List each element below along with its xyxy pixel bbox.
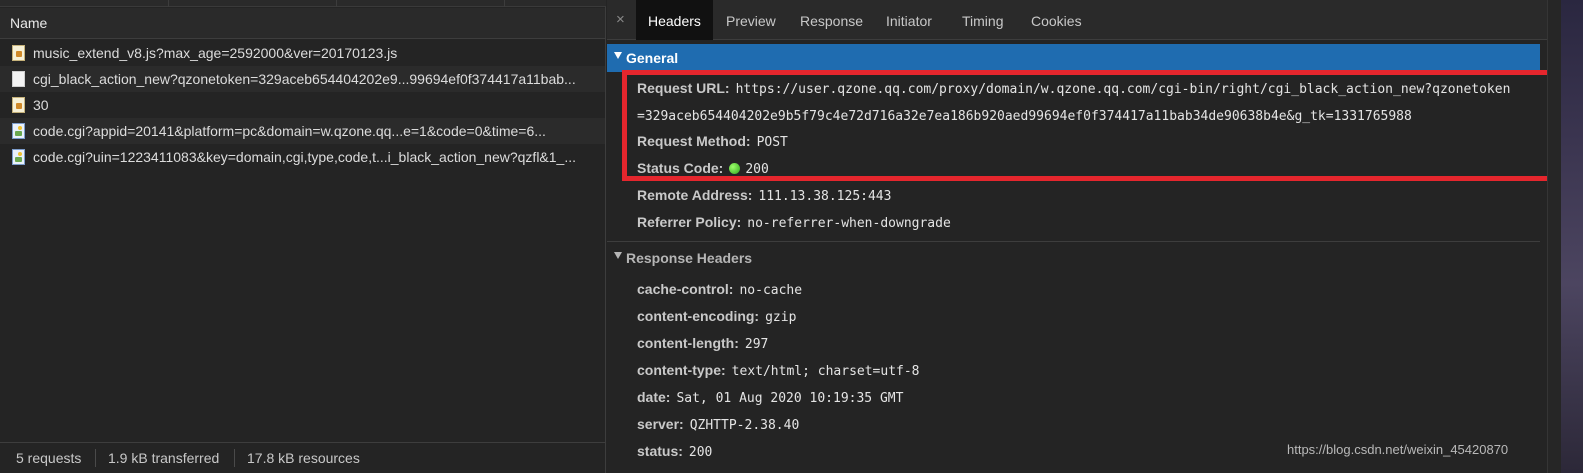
header-value: QZHTTP-2.38.40 bbox=[689, 418, 800, 433]
transferred-size: 1.9 kB transferred bbox=[108, 450, 220, 466]
header-value: gzip bbox=[765, 310, 797, 325]
section-title: Response Headers bbox=[626, 250, 753, 266]
header-key: content-type: bbox=[637, 362, 726, 378]
desktop-background-strip bbox=[1561, 0, 1583, 473]
response-headers-section-header[interactable]: Response Headers bbox=[607, 244, 1540, 272]
name-column-label: Name bbox=[10, 15, 48, 31]
request-name: cgi_black_action_new?qzonetoken=329aceb6… bbox=[33, 71, 576, 87]
response-header-row: server: QZHTTP-2.38.40 bbox=[637, 416, 799, 433]
section-title: General bbox=[626, 50, 679, 66]
request-details-panel: × Headers Preview Response Initiator Tim… bbox=[607, 0, 1552, 473]
header-key: date: bbox=[637, 389, 671, 405]
response-header-row: date: Sat, 01 Aug 2020 10:19:35 GMT bbox=[637, 389, 903, 406]
header-value: no-cache bbox=[739, 283, 803, 298]
header-key: cache-control: bbox=[637, 281, 734, 297]
header-key: status: bbox=[637, 443, 683, 459]
remote-address-row: Remote Address: 111.13.38.125:443 bbox=[637, 187, 891, 204]
request-name: 30 bbox=[33, 97, 49, 113]
response-header-row: status: 200 bbox=[637, 443, 712, 460]
js-file-icon bbox=[12, 97, 25, 113]
details-scrollbar[interactable] bbox=[1547, 0, 1561, 473]
header-key: server: bbox=[637, 416, 684, 432]
tab-cookies[interactable]: Cookies bbox=[1031, 0, 1082, 40]
request-row[interactable]: code.cgi?appid=20141&platform=pc&domain=… bbox=[0, 118, 605, 144]
request-name: music_extend_v8.js?max_age=2592000&ver=2… bbox=[33, 45, 398, 61]
request-name: code.cgi?appid=20141&platform=pc&domain=… bbox=[33, 123, 546, 139]
header-value: 111.13.38.125:443 bbox=[758, 189, 892, 204]
close-icon[interactable]: × bbox=[616, 11, 625, 28]
request-rows: music_extend_v8.js?max_age=2592000&ver=2… bbox=[0, 40, 605, 170]
header-key: Referrer Policy: bbox=[637, 214, 742, 230]
expand-triangle-icon bbox=[614, 252, 622, 259]
header-value: 200 bbox=[688, 445, 713, 460]
tab-preview[interactable]: Preview bbox=[726, 0, 776, 40]
request-name: code.cgi?uin=1223411083&key=domain,cgi,t… bbox=[33, 149, 577, 165]
header-key: content-length: bbox=[637, 335, 739, 351]
expand-triangle-icon bbox=[614, 52, 622, 59]
tab-headers[interactable]: Headers bbox=[636, 0, 713, 40]
general-section-header[interactable]: General bbox=[607, 44, 1540, 72]
image-icon bbox=[12, 123, 25, 139]
network-status-bar: 5 requests 1.9 kB transferred 17.8 kB re… bbox=[0, 442, 605, 473]
header-value: text/html; charset=utf-8 bbox=[731, 364, 920, 379]
request-row[interactable]: cgi_black_action_new?qzonetoken=329aceb6… bbox=[0, 66, 605, 92]
image-icon bbox=[12, 149, 25, 165]
response-header-row: cache-control: no-cache bbox=[637, 281, 802, 298]
request-count: 5 requests bbox=[16, 450, 82, 466]
header-key: content-encoding: bbox=[637, 308, 760, 324]
document-icon bbox=[12, 71, 25, 87]
tab-initiator[interactable]: Initiator bbox=[886, 0, 932, 40]
js-file-icon bbox=[12, 45, 25, 61]
header-key: Remote Address: bbox=[637, 187, 753, 203]
annotation-highlight-box bbox=[622, 70, 1552, 181]
response-header-row: content-encoding: gzip bbox=[637, 308, 796, 325]
response-header-row: content-length: 297 bbox=[637, 335, 768, 352]
response-header-row: content-type: text/html; charset=utf-8 bbox=[637, 362, 920, 379]
header-value: Sat, 01 Aug 2020 10:19:35 GMT bbox=[676, 391, 904, 406]
resources-size: 17.8 kB resources bbox=[247, 450, 360, 466]
header-value: no-referrer-when-downgrade bbox=[747, 216, 951, 231]
name-column-header[interactable]: Name bbox=[0, 8, 605, 39]
tab-timing[interactable]: Timing bbox=[962, 0, 1004, 40]
watermark-text: https://blog.csdn.net/weixin_45420870 bbox=[1287, 442, 1509, 457]
details-tab-bar: × Headers Preview Response Initiator Tim… bbox=[607, 0, 1547, 40]
request-list-panel: Name music_extend_v8.js?max_age=2592000&… bbox=[0, 0, 606, 473]
referrer-policy-row: Referrer Policy: no-referrer-when-downgra… bbox=[637, 214, 951, 231]
request-row[interactable]: music_extend_v8.js?max_age=2592000&ver=2… bbox=[0, 40, 605, 66]
request-row[interactable]: 30 bbox=[0, 92, 605, 118]
timeline-overview[interactable] bbox=[0, 0, 606, 7]
header-value: 297 bbox=[744, 337, 769, 352]
tab-response[interactable]: Response bbox=[800, 0, 863, 40]
request-row[interactable]: code.cgi?uin=1223411083&key=domain,cgi,t… bbox=[0, 144, 605, 170]
